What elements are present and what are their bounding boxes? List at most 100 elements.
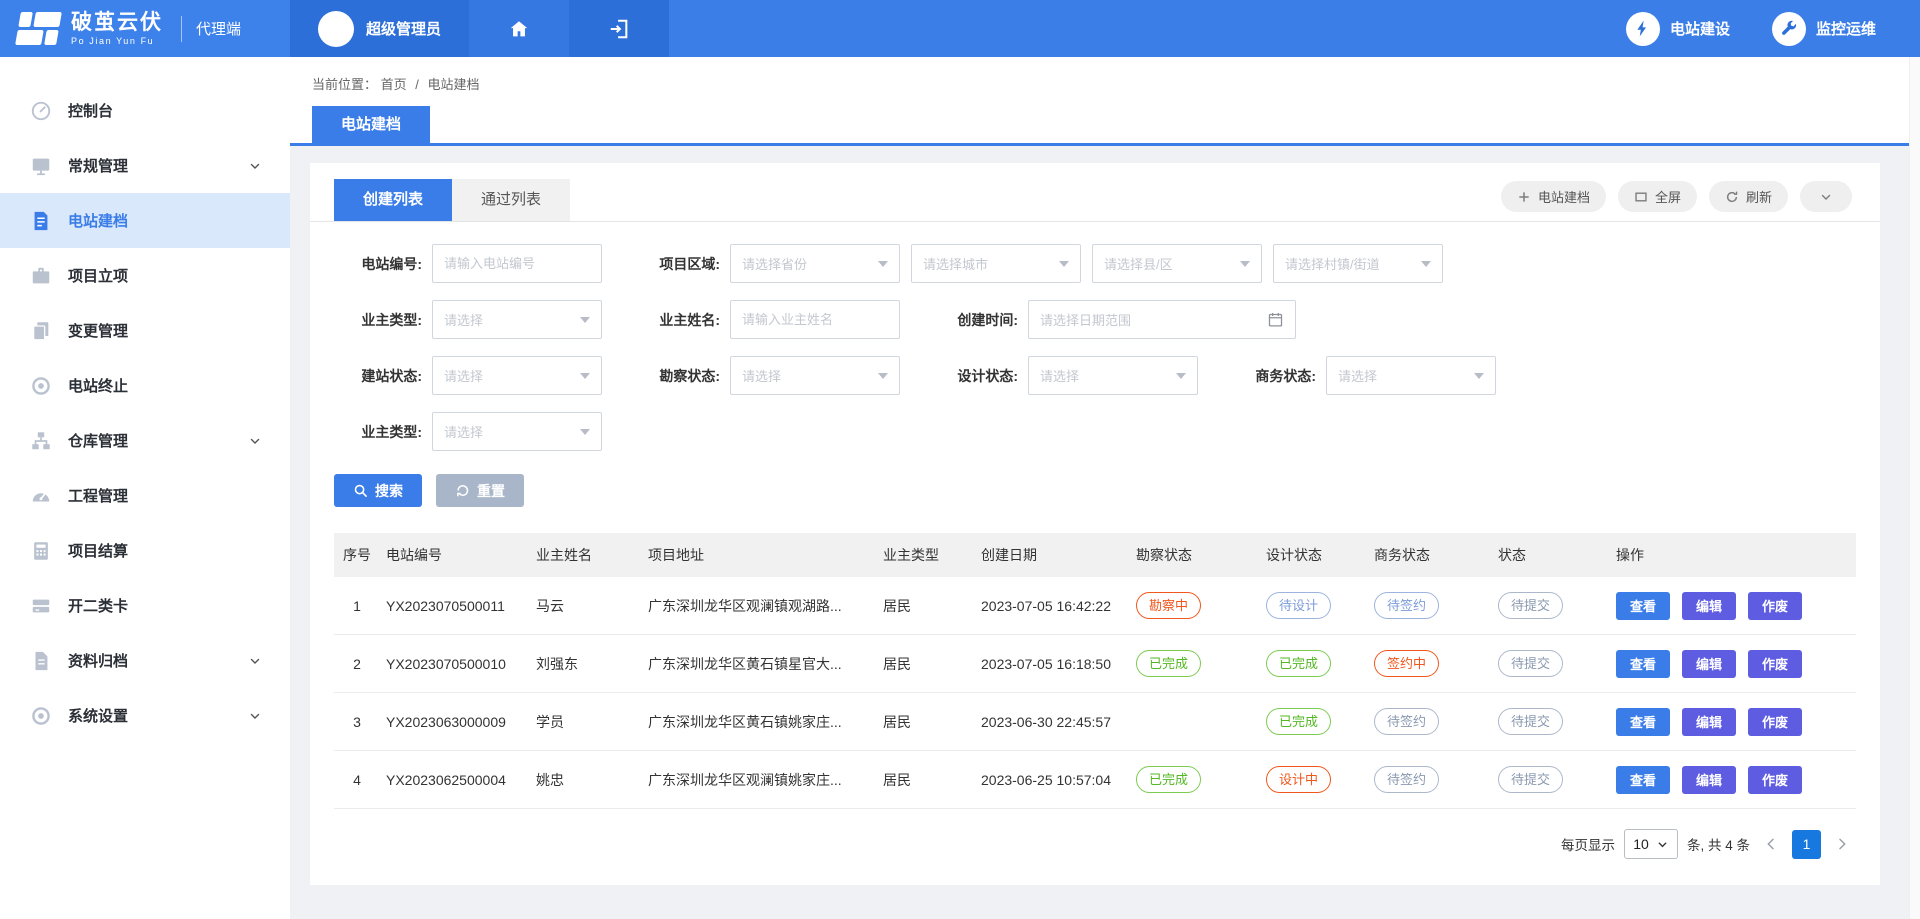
scrollbar-track[interactable] bbox=[1909, 57, 1920, 919]
sidebar-item-6[interactable]: 仓库管理 bbox=[0, 413, 290, 468]
topbar-link-1[interactable]: 监控运维 bbox=[1772, 12, 1876, 46]
reset-button[interactable]: 重置 bbox=[436, 474, 524, 507]
filter-group: 业主类型:请选择 bbox=[334, 300, 602, 339]
business-status-select[interactable]: 请选择 bbox=[1326, 356, 1496, 395]
cell-business-status: 待签约 bbox=[1368, 751, 1492, 809]
design-status-select[interactable]: 请选择 bbox=[1028, 356, 1198, 395]
toolbar-button-0[interactable]: 电站建档 bbox=[1501, 181, 1606, 212]
home-button[interactable] bbox=[469, 0, 569, 57]
sidebar: 控制台常规管理电站建档项目立项变更管理电站终止仓库管理工程管理项目结算开二类卡资… bbox=[0, 57, 290, 919]
sidebar-item-label: 工程管理 bbox=[68, 485, 262, 506]
town-select[interactable]: 请选择村镇/街道 bbox=[1273, 244, 1443, 283]
tab-1[interactable]: 通过列表 bbox=[452, 179, 570, 221]
sidebar-item-label: 变更管理 bbox=[68, 320, 262, 341]
table-row: 4YX2023062500004姚忠广东深圳龙华区观澜镇姚家庄...居民2023… bbox=[334, 751, 1856, 809]
page-1-button[interactable]: 1 bbox=[1792, 830, 1821, 859]
sidebar-item-5[interactable]: 电站终止 bbox=[0, 358, 290, 413]
next-page-button[interactable] bbox=[1834, 836, 1850, 852]
cell-business-status: 待签约 bbox=[1368, 577, 1492, 635]
sidebar-item-0[interactable]: 控制台 bbox=[0, 83, 290, 138]
logo-subtitle: Po Jian Yun Fu bbox=[71, 36, 163, 46]
view-button[interactable]: 查看 bbox=[1616, 766, 1670, 794]
sidebar-item-7[interactable]: 工程管理 bbox=[0, 468, 290, 523]
user-menu[interactable]: 超级管理员 bbox=[290, 0, 469, 57]
toolbar-button-1[interactable]: 全屏 bbox=[1618, 181, 1697, 212]
sidebar-item-11[interactable]: 系统设置 bbox=[0, 688, 290, 743]
sidebar-item-label: 电站建档 bbox=[68, 210, 262, 231]
sidebar-item-4[interactable]: 变更管理 bbox=[0, 303, 290, 358]
toolbar-button-label: 电站建档 bbox=[1538, 187, 1590, 206]
view-button[interactable]: 查看 bbox=[1616, 650, 1670, 678]
cell-survey-status: 勘察中 bbox=[1130, 577, 1260, 635]
cell-actions: 查看编辑作废 bbox=[1610, 577, 1856, 635]
filter-label: 设计状态: bbox=[930, 366, 1018, 386]
status-badge: 已完成 bbox=[1136, 650, 1201, 677]
view-button[interactable]: 查看 bbox=[1616, 592, 1670, 620]
owner-name-input[interactable] bbox=[730, 300, 900, 339]
void-button[interactable]: 作废 bbox=[1748, 592, 1802, 620]
column-header: 勘察状态 bbox=[1130, 533, 1260, 577]
province-select[interactable]: 请选择省份 bbox=[730, 244, 900, 283]
cell-owner-name: 学员 bbox=[530, 693, 642, 751]
cell-created-date: 2023-06-30 22:45:57 bbox=[975, 693, 1130, 751]
station-code-input[interactable] bbox=[432, 244, 602, 283]
toolbar-button-3[interactable] bbox=[1800, 181, 1852, 212]
filter-label: 项目区域: bbox=[632, 254, 720, 274]
card-head: 创建列表通过列表 电站建档 全屏刷新 bbox=[310, 163, 1880, 222]
per-page-select[interactable]: 10 bbox=[1624, 829, 1678, 859]
logo-icon bbox=[15, 12, 62, 45]
county-select[interactable]: 请选择县/区 bbox=[1092, 244, 1262, 283]
column-header: 项目地址 bbox=[642, 533, 877, 577]
filter-label: 勘察状态: bbox=[632, 366, 720, 386]
edit-button[interactable]: 编辑 bbox=[1682, 592, 1736, 620]
briefcase-icon bbox=[30, 265, 52, 287]
reset-button-label: 重置 bbox=[477, 481, 505, 501]
status-badge: 待提交 bbox=[1498, 708, 1563, 735]
owner-type-select-2[interactable]: 请选择 bbox=[432, 412, 602, 451]
select-placeholder: 请选择县/区 bbox=[1104, 254, 1173, 273]
avatar bbox=[318, 11, 354, 47]
filter-group: 业主姓名: bbox=[632, 300, 900, 339]
edit-button[interactable]: 编辑 bbox=[1682, 708, 1736, 736]
cell-seq: 2 bbox=[334, 635, 380, 693]
cell-business-status: 签约中 bbox=[1368, 635, 1492, 693]
sidebar-item-8[interactable]: 项目结算 bbox=[0, 523, 290, 578]
logo[interactable]: 破茧云伏 Po Jian Yun Fu 代理端 bbox=[0, 0, 290, 57]
table-row: 3YX2023063000009学员广东深圳龙华区黄石镇姚家庄...居民2023… bbox=[334, 693, 1856, 751]
sidebar-item-3[interactable]: 项目立项 bbox=[0, 248, 290, 303]
filter-row-1: 业主类型:请选择业主姓名:创建时间:请选择日期范围 bbox=[334, 300, 1856, 339]
document-icon bbox=[30, 210, 52, 232]
create-time-daterange[interactable]: 请选择日期范围 bbox=[1028, 300, 1296, 339]
topbar-link-0[interactable]: 电站建设 bbox=[1626, 12, 1730, 46]
sidebar-item-9[interactable]: 开二类卡 bbox=[0, 578, 290, 633]
select-placeholder: 请选择 bbox=[742, 366, 781, 385]
city-select[interactable]: 请选择城市 bbox=[911, 244, 1081, 283]
survey-status-select[interactable]: 请选择 bbox=[730, 356, 900, 395]
caret-down-icon bbox=[1474, 373, 1484, 379]
breadcrumb-home[interactable]: 首页 bbox=[381, 77, 407, 92]
void-button[interactable]: 作废 bbox=[1748, 766, 1802, 794]
prev-page-button[interactable] bbox=[1763, 836, 1779, 852]
view-button[interactable]: 查看 bbox=[1616, 708, 1670, 736]
app: 破茧云伏 Po Jian Yun Fu 代理端 超级管理员 电站建设 监控运维 控… bbox=[0, 0, 1920, 919]
logout-button[interactable] bbox=[569, 0, 669, 57]
search-button[interactable]: 搜索 bbox=[334, 474, 422, 507]
sidebar-item-10[interactable]: 资料归档 bbox=[0, 633, 290, 688]
void-button[interactable]: 作废 bbox=[1748, 708, 1802, 736]
topbar-link-label: 监控运维 bbox=[1816, 18, 1876, 39]
breadcrumb-current: 电站建档 bbox=[428, 77, 480, 92]
cell-created-date: 2023-07-05 16:18:50 bbox=[975, 635, 1130, 693]
tab-0[interactable]: 创建列表 bbox=[334, 179, 452, 221]
edit-button[interactable]: 编辑 bbox=[1682, 766, 1736, 794]
edit-button[interactable]: 编辑 bbox=[1682, 650, 1736, 678]
chevron-down-icon bbox=[248, 654, 262, 668]
status-badge: 已完成 bbox=[1266, 708, 1331, 735]
build-status-select[interactable]: 请选择 bbox=[432, 356, 602, 395]
sidebar-item-2[interactable]: 电站建档 bbox=[0, 193, 290, 248]
owner-type-select[interactable]: 请选择 bbox=[432, 300, 602, 339]
toolbar-button-2[interactable]: 刷新 bbox=[1709, 181, 1788, 212]
sidebar-item-1[interactable]: 常规管理 bbox=[0, 138, 290, 193]
caret-down-icon bbox=[580, 429, 590, 435]
page-tab[interactable]: 电站建档 bbox=[312, 106, 430, 143]
void-button[interactable]: 作废 bbox=[1748, 650, 1802, 678]
